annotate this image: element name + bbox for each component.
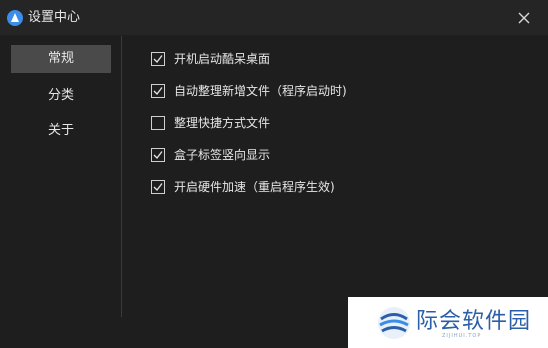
- option-auto-organize: 自动整理新增文件（程序启动时): [151, 83, 411, 101]
- window-title: 设置中心: [28, 10, 81, 25]
- watermark-logo-icon: [376, 306, 412, 344]
- title-bar[interactable]: 设置中心: [0, 0, 548, 35]
- organize-shortcuts-checkbox[interactable]: [151, 116, 165, 130]
- option-vertical-tabs: 盒子标签竖向显示: [151, 147, 411, 165]
- vertical-tabs-checkbox[interactable]: [151, 148, 165, 162]
- sidebar-item-about[interactable]: 关于: [11, 117, 111, 145]
- autostart-label: 开机启动酷呆桌面: [174, 52, 271, 66]
- sidebar-divider: [121, 36, 122, 317]
- sidebar-item-category[interactable]: 分类: [11, 82, 111, 110]
- organize-shortcuts-label: 整理快捷方式文件: [174, 116, 271, 130]
- hardware-accel-checkbox[interactable]: [151, 180, 165, 194]
- option-organize-shortcuts: 整理快捷方式文件: [151, 115, 411, 133]
- auto-organize-checkbox[interactable]: [151, 84, 165, 98]
- app-logo-icon: [7, 10, 23, 26]
- auto-organize-label: 自动整理新增文件（程序启动时): [174, 84, 347, 98]
- close-icon[interactable]: [512, 6, 536, 30]
- option-hardware-accel: 开启硬件加速（重启程序生效): [151, 179, 411, 197]
- option-autostart: 开机启动酷呆桌面: [151, 51, 411, 69]
- hardware-accel-label: 开启硬件加速（重启程序生效): [174, 180, 335, 194]
- settings-window: 设置中心 常规 分类 关于 开机启动酷呆桌面 自动整理新增文件（程序启动时) 整…: [0, 0, 548, 348]
- watermark-subtext: ZIJIHUI.TOP: [442, 333, 482, 339]
- autostart-checkbox[interactable]: [151, 52, 165, 66]
- watermark: 际会软件园 ZIJIHUI.TOP: [348, 297, 548, 348]
- sidebar: 常规 分类 关于: [0, 35, 121, 317]
- sidebar-item-general[interactable]: 常规: [11, 45, 111, 73]
- watermark-text: 际会软件园: [416, 309, 532, 334]
- vertical-tabs-label: 盒子标签竖向显示: [174, 148, 271, 162]
